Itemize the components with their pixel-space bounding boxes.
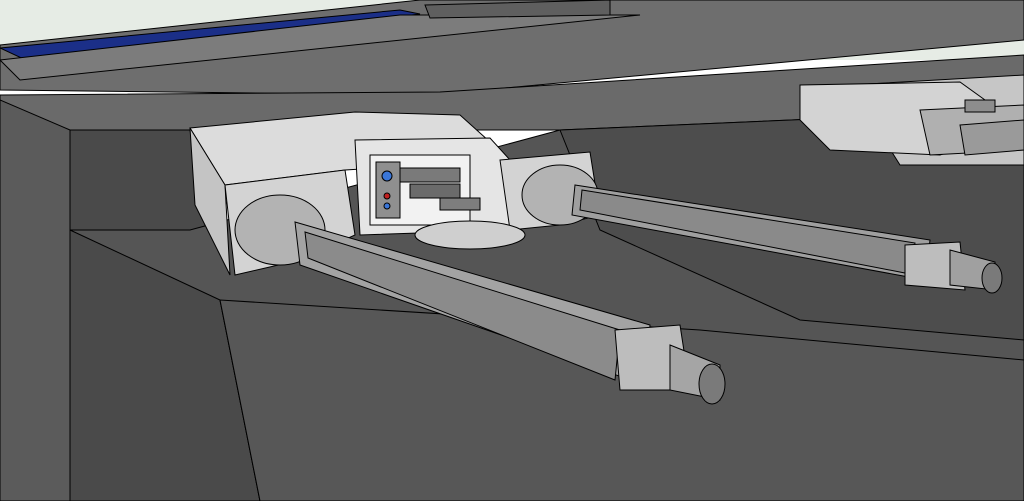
left-hull-wall: [0, 99, 71, 501]
cad-render-scene: [0, 0, 1024, 501]
scene-svg: [0, 0, 1024, 501]
